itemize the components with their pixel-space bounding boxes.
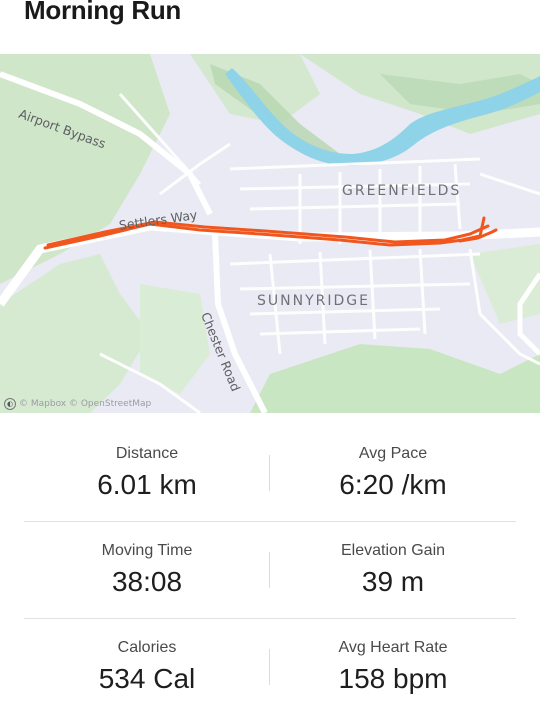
park-area — [250, 344, 540, 413]
stat-value: 534 Cal — [98, 663, 196, 694]
stats-row: Distance 6.01 km Avg Pace 6:20 /km — [24, 425, 516, 522]
stat-elevation-gain: Elevation Gain 39 m — [270, 542, 516, 598]
route-map[interactable]: Airport Bypass Settlers Way Chester Road… — [0, 54, 540, 413]
stat-avg-pace: Avg Pace 6:20 /km — [270, 445, 516, 501]
stat-moving-time: Moving Time 38:08 — [24, 542, 270, 598]
stat-label: Calories — [117, 639, 177, 656]
greenfields-label: GREENFIELDS — [342, 183, 462, 199]
map-attribution[interactable]: ◐ © Mapbox © OpenStreetMap — [4, 398, 151, 410]
stats-grid: Distance 6.01 km Avg Pace 6:20 /km Movin… — [24, 425, 516, 715]
stat-value: 39 m — [361, 566, 425, 597]
park-area — [0, 54, 170, 284]
stat-divider — [269, 649, 270, 685]
stat-avg-heart-rate: Avg Heart Rate 158 bpm — [270, 639, 516, 695]
sunnyridge-label: SUNNYRIDGE — [257, 293, 370, 309]
stat-value: 6.01 km — [97, 469, 197, 500]
stats-row: Moving Time 38:08 Elevation Gain 39 m — [24, 522, 516, 619]
stat-label: Elevation Gain — [340, 542, 446, 559]
stats-row: Calories 534 Cal Avg Heart Rate 158 bpm — [24, 619, 516, 715]
stat-value: 6:20 /km — [339, 469, 447, 500]
park-area — [140, 284, 210, 394]
stat-distance: Distance 6.01 km — [24, 445, 270, 501]
stat-divider — [269, 552, 270, 588]
stat-value: 38:08 — [111, 566, 183, 597]
stat-value: 158 bpm — [338, 663, 448, 694]
stat-label: Avg Heart Rate — [338, 639, 448, 656]
mapbox-logo-icon: ◐ — [4, 398, 16, 410]
stat-calories: Calories 534 Cal — [24, 639, 270, 695]
stat-label: Distance — [115, 445, 179, 462]
activity-title: Morning Run — [24, 0, 181, 25]
stat-divider — [269, 455, 270, 491]
map-canvas — [0, 54, 540, 413]
attribution-text: © Mapbox © OpenStreetMap — [19, 399, 152, 409]
stat-label: Moving Time — [101, 542, 193, 559]
stat-label: Avg Pace — [358, 445, 428, 462]
